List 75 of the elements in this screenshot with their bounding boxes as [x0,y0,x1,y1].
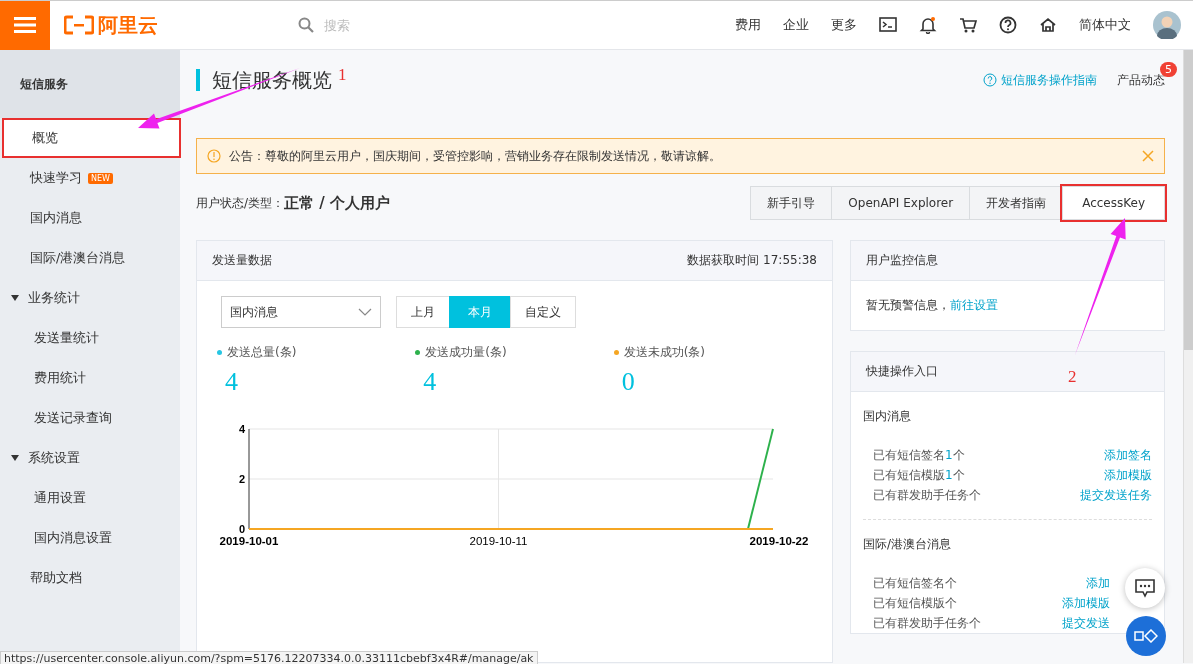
nav-link[interactable]: 更多 [831,16,857,34]
sidebar-item[interactable]: 发送记录查询 [0,398,180,438]
stat-value: 0 [621,367,636,397]
stat-label: 发送成功量(条) [425,344,507,361]
annotation-number: 1 [338,65,347,84]
action-button[interactable]: 新手引导 [750,186,833,220]
quick-item-text: 已有短信模版个 [873,594,957,612]
axis-label: 2019-10-11 [469,535,528,547]
sidebar-item[interactable]: 通用设置 [0,478,180,518]
action-button[interactable]: OpenAPI Explorer [831,186,971,220]
monitor-text: 暂无预警信息，前往设置 [865,297,999,314]
quick-item-text: 已有短信模版1个 [873,466,965,484]
card-title: 用户监控信息 [851,241,1164,281]
quick-item-text: 已有短信签名个 [873,574,957,592]
nav-link[interactable]: 费用 [735,16,761,34]
period-tab[interactable]: 自定义 [510,296,576,328]
axis-label: 0 [238,523,245,535]
quick-item-text: 已有群发助手任务个 [873,486,981,504]
search-icon [298,17,314,33]
annotation-number: 2 [1068,367,1077,386]
sidebar-title: 短信服务 [0,50,180,118]
home-icon[interactable] [1039,16,1057,34]
apps-button[interactable] [1126,616,1166,656]
sidebar-item[interactable]: 帮助文档 [0,558,180,598]
caret-icon[interactable] [10,293,20,303]
sidebar-group[interactable]: 系统设置 [0,438,180,478]
group-label: 业务统计 [28,289,80,307]
stat-value: 4 [423,367,438,397]
menu-button[interactable] [0,0,50,50]
language-link[interactable]: 简体中文 [1079,16,1131,34]
action-button[interactable]: AccessKey [1062,186,1165,220]
chat-icon[interactable] [1134,578,1156,598]
sidebar-group[interactable]: 业务统计 [0,278,180,318]
new-badge: NEW [88,172,113,184]
period-tab[interactable]: 上月 [396,296,450,328]
message-type-dropdown[interactable]: 国内消息 [221,296,381,328]
card-title: 发送量数据 [212,252,272,269]
group-title: 国内消息 [863,408,912,425]
logo-icon [64,15,94,35]
sidebar-item[interactable]: 国内消息设置 [0,518,180,558]
chevron-icon [358,308,372,316]
group-title: 国际/港澳台消息 [863,536,953,553]
sidebar-item[interactable]: 国际/港澳台消息 [0,238,180,278]
sidebar-item[interactable]: 发送量统计 [0,318,180,358]
quick-item-text: 已有群发助手任务个 [873,614,981,632]
quick-item-text: 已有短信签名 1个 [873,446,965,464]
axis-label: 4 [238,423,245,435]
help-icon [983,73,997,87]
caret-icon[interactable] [10,453,20,463]
bell-icon[interactable] [919,16,937,34]
group-label: 系统设置 [28,449,80,467]
status-label: 用户状态/类型： [196,194,285,212]
help-icon[interactable] [999,16,1017,34]
sidebar-item[interactable]: 国内消息 [0,198,180,238]
terminal-icon[interactable] [879,16,897,34]
square-diamond-icon[interactable] [1134,629,1158,643]
info-icon [207,149,221,163]
nav-link[interactable]: 企业 [783,16,809,34]
status-url: https://usercenter.console.aliyun.com/?spm=5176.12207334.0.0.33111cbebf3x4R#/manage/ak [0,651,538,664]
axis-label: 2 [238,473,245,485]
stat-value: 4 [225,367,239,397]
fetch-time: 数据获取时间 17:55:38 [687,252,817,269]
sidebar-item[interactable]: 费用统计 [0,358,180,398]
status-value: 正常 / 个人用户 [284,193,390,213]
stat-label: 发送未成功(条) [623,344,706,361]
notice-text: 公告：尊敬的阿里云用户，国庆期间，受管控影响，营销业务存在限制发送情况，敬请谅解。 [229,147,722,165]
stat-label: 发送总量(条) [227,344,297,361]
item-label[interactable]: 快速学习 [30,169,82,187]
axis-label: 2019-10-22 [749,535,809,547]
cart-icon[interactable] [959,16,977,34]
sidebar-item[interactable]: 概览 [2,118,181,158]
axis-label: 2019-10-01 [219,535,279,547]
avatar-icon[interactable] [1153,11,1181,39]
scrollbar[interactable] [1183,50,1193,663]
menu-icon[interactable] [14,17,36,33]
